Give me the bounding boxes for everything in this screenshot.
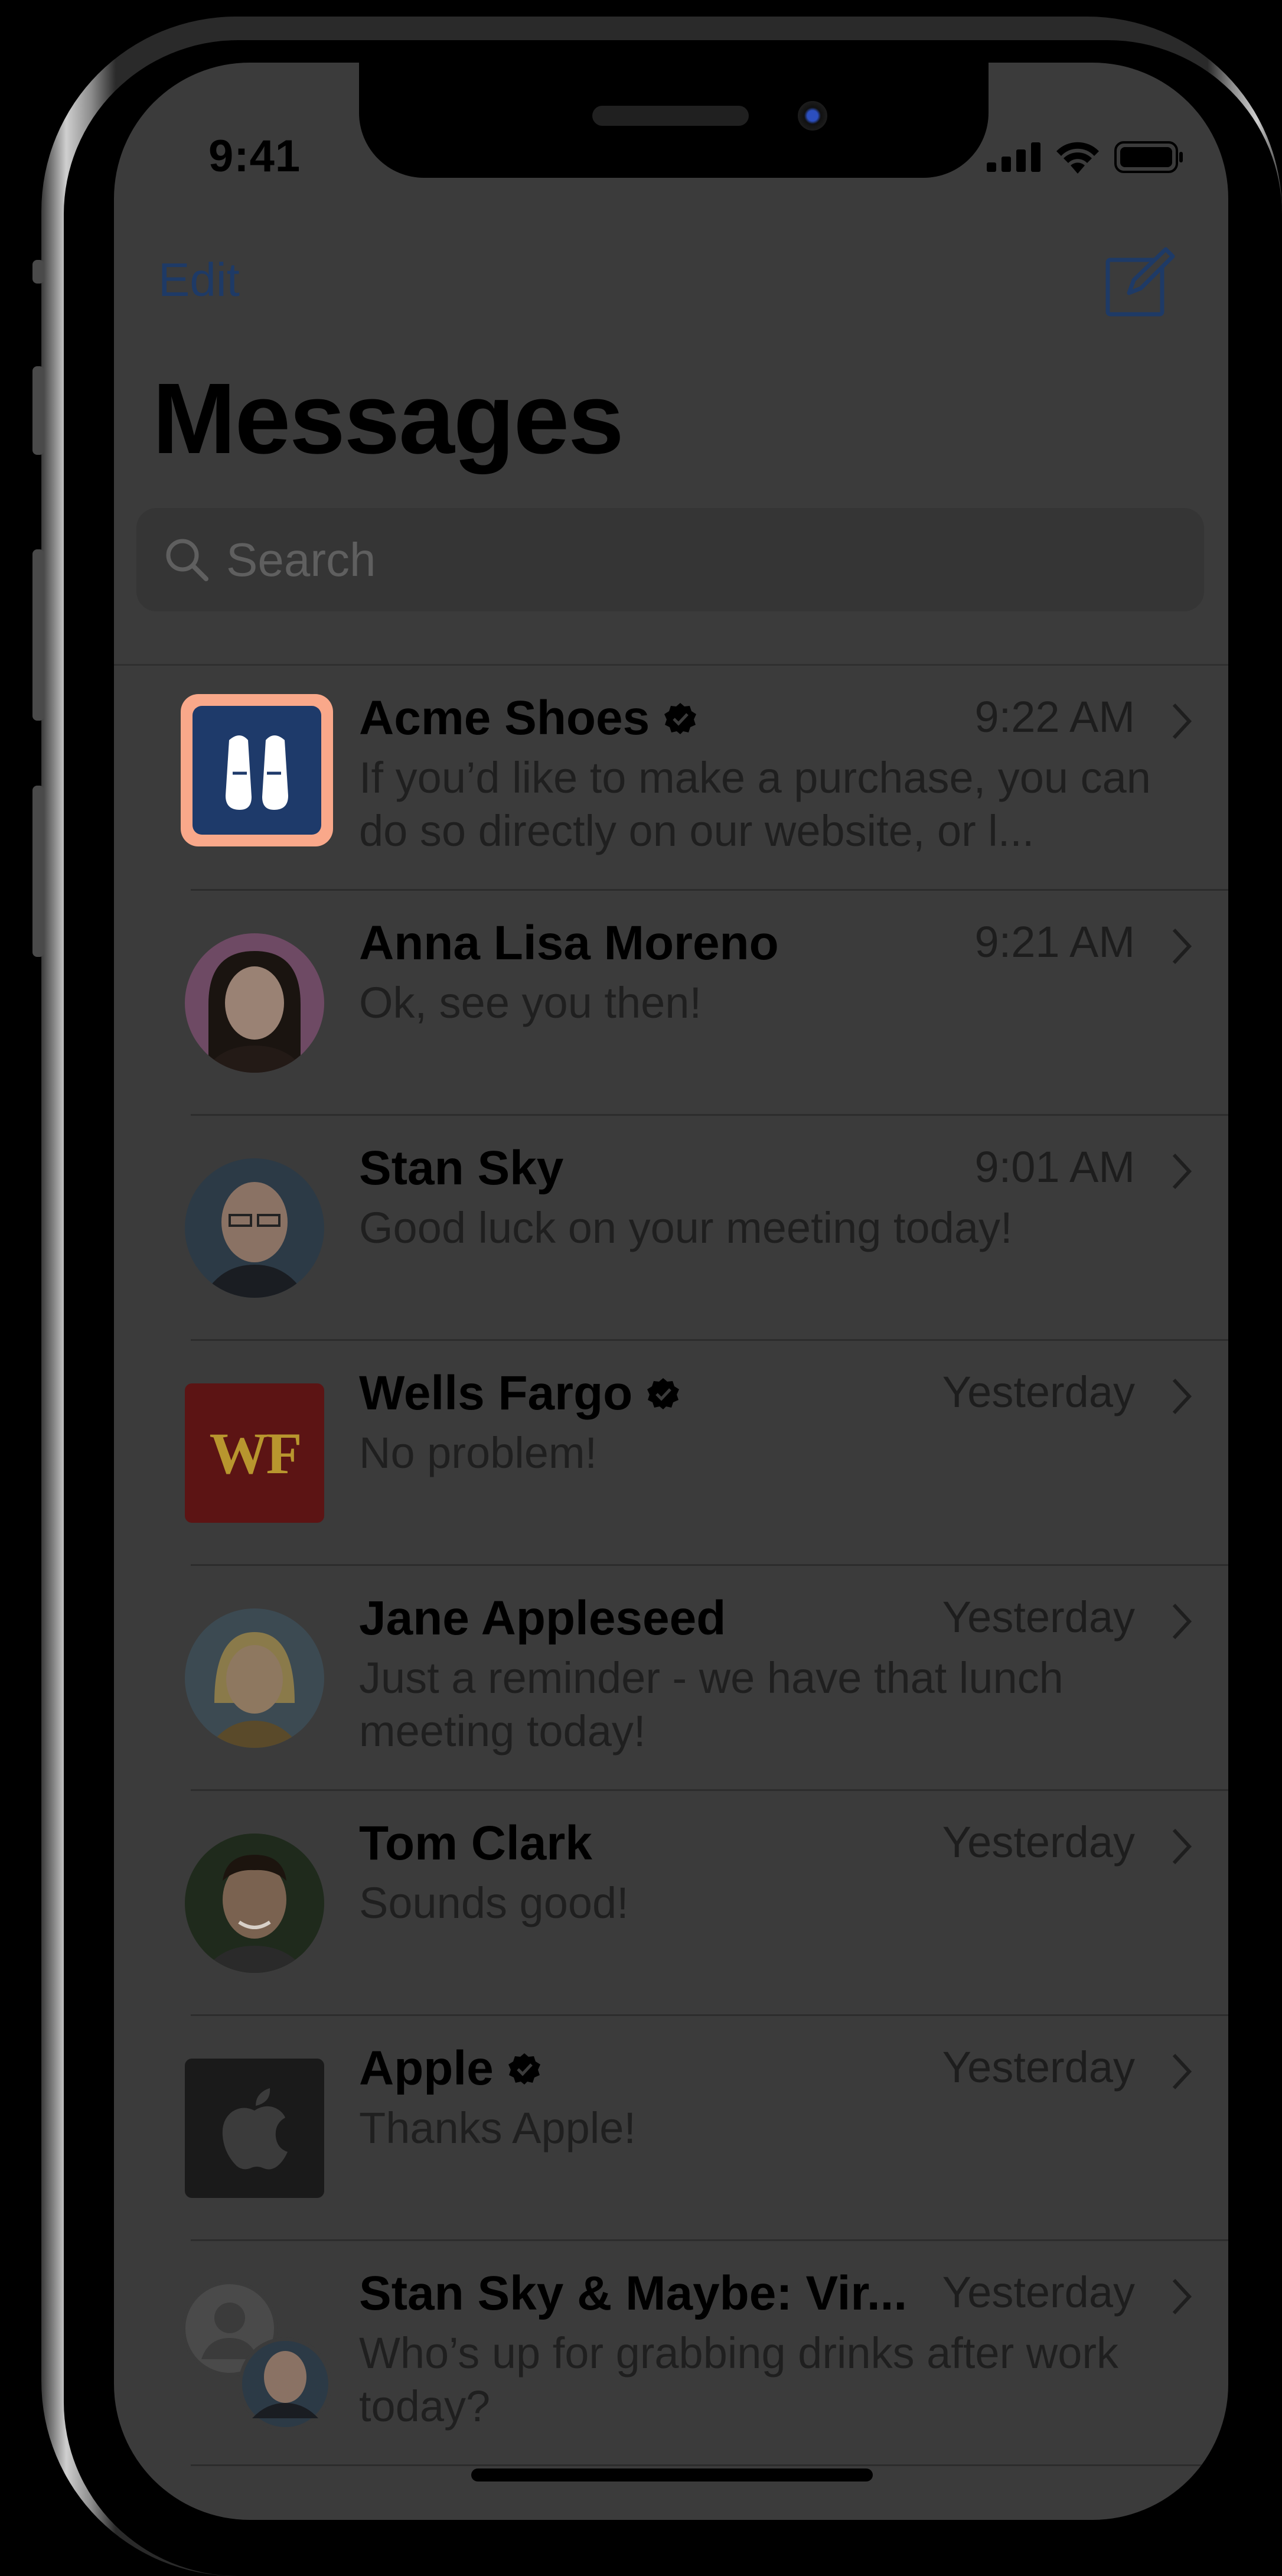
contact-name-text: Jane Appleseed <box>359 1591 726 1645</box>
message-time: 9:01 AM <box>974 1142 1135 1191</box>
notch <box>359 63 989 178</box>
shoes-icon <box>226 735 288 810</box>
avatar-photo <box>185 933 324 1073</box>
screen: 9:41 Edit Messages Search Acme Shoes 9:2… <box>114 63 1228 2520</box>
verified-badge-icon <box>647 1378 680 1409</box>
contact-name: Anna Lisa Moreno <box>359 916 779 971</box>
avatar <box>185 1158 324 1298</box>
message-time: Yesterday <box>942 2043 1135 2092</box>
contact-name-text: Stan Sky <box>359 1141 564 1195</box>
contact-name-text: Tom Clark <box>359 1816 592 1870</box>
device-mockup: 9:41 Edit Messages Search Acme Shoes 9:2… <box>0 0 1282 2576</box>
chevron-right-icon <box>1172 2278 1192 2315</box>
contact-name-text: Stan Sky & Maybe: Vir... <box>359 2266 908 2320</box>
highlighted-avatar <box>181 694 333 846</box>
chevron-right-icon <box>1172 1603 1192 1640</box>
message-preview: Good luck on your meeting today! <box>359 1203 1013 1252</box>
apple-logo-icon <box>222 2088 288 2170</box>
wifi-icon <box>1056 142 1099 174</box>
conversation-row-tom-clark[interactable]: Tom Clark Yesterday Sounds good! <box>114 1791 1228 2016</box>
message-preview: Who’s up for grabbing drinks after work … <box>359 2329 1119 2431</box>
status-time: 9:41 <box>208 131 301 181</box>
avatar-photo <box>185 1158 324 1298</box>
contact-name: Acme Shoes <box>359 691 697 746</box>
avatar-photo <box>185 1834 324 1973</box>
group-avatar <box>182 2281 331 2430</box>
message-preview: Just a reminder - we have that lunch mee… <box>359 1653 1064 1756</box>
logo-text: WF <box>209 1420 302 1486</box>
verified-badge-icon <box>664 703 697 734</box>
message-time: Yesterday <box>942 1367 1135 1416</box>
message-preview: If you’d like to make a purchase, you ca… <box>359 753 1151 855</box>
search-icon <box>166 539 208 581</box>
contact-name: Apple <box>359 2041 541 2096</box>
conversation-row-acme-shoes[interactable]: Acme Shoes 9:22 AM If you’d like to make… <box>114 666 1228 891</box>
speaker-grille <box>592 106 749 126</box>
avatar <box>185 1834 324 1973</box>
wells-fargo-logo: WF <box>185 1383 324 1523</box>
avatar <box>185 933 324 1073</box>
conversation-row-anna-lisa-moreno[interactable]: Anna Lisa Moreno 9:21 AM Ok, see you the… <box>114 891 1228 1116</box>
battery-icon <box>1114 141 1183 173</box>
contact-name: Stan Sky <box>359 1141 563 1196</box>
conversation-row-apple[interactable]: Apple Yesterday Thanks Apple! <box>114 2016 1228 2241</box>
group-avatar-stack <box>182 2281 331 2430</box>
message-preview: No problem! <box>359 1428 598 1477</box>
edit-button[interactable]: Edit <box>158 253 240 307</box>
contact-name-text: Wells Fargo <box>359 1366 633 1420</box>
status-icons <box>987 141 1184 174</box>
conversation-row-stan-sky[interactable]: Stan Sky 9:01 AM Good luck on your meeti… <box>114 1116 1228 1341</box>
home-indicator[interactable] <box>471 2468 873 2481</box>
chevron-right-icon <box>1172 928 1192 965</box>
message-preview: Ok, see you then! <box>359 978 702 1027</box>
contact-name: Stan Sky & Maybe: Vir... <box>359 2266 907 2321</box>
contact-name-text: Acme Shoes <box>359 691 650 745</box>
search-input[interactable]: Search <box>136 508 1204 611</box>
conversation-row-jane-appleseed[interactable]: Jane Appleseed Yesterday Just a reminder… <box>114 1566 1228 1791</box>
message-time: Yesterday <box>942 1593 1135 1642</box>
compose-icon[interactable] <box>1104 247 1175 318</box>
message-time: Yesterday <box>942 1818 1135 1867</box>
chevron-right-icon <box>1172 1153 1192 1190</box>
volume-up-button <box>32 366 44 455</box>
contact-name: Jane Appleseed <box>359 1591 726 1646</box>
cellular-signal-icon <box>987 142 1040 172</box>
conversation-row-wells-fargo[interactable]: WF Wells Fargo Yesterday No problem! <box>114 1341 1228 1566</box>
front-camera <box>798 101 827 131</box>
avatar-photo <box>185 1608 324 1748</box>
acme-shoes-logo <box>193 706 321 835</box>
message-preview: Thanks Apple! <box>359 2103 636 2152</box>
apple-logo-tile <box>185 2059 324 2198</box>
message-time: 9:22 AM <box>974 692 1135 741</box>
avatar <box>185 1608 324 1748</box>
side-button <box>32 786 44 957</box>
contact-name: Wells Fargo <box>359 1366 680 1421</box>
contact-name-text: Apple <box>359 2041 494 2095</box>
search-placeholder: Search <box>226 533 376 586</box>
message-time: Yesterday <box>942 2268 1135 2317</box>
conversation-list: Acme Shoes 9:22 AM If you’d like to make… <box>114 666 1228 2466</box>
page-title: Messages <box>152 363 624 475</box>
contact-name: Tom Clark <box>359 1816 592 1871</box>
chevron-right-icon <box>1172 2053 1192 2090</box>
chevron-right-icon <box>1172 703 1192 740</box>
mute-switch <box>32 260 44 284</box>
contact-name-text: Anna Lisa Moreno <box>359 916 779 970</box>
chevron-right-icon <box>1172 1378 1192 1415</box>
conversation-row-group[interactable]: Stan Sky & Maybe: Vir... Yesterday Who’s… <box>114 2241 1228 2466</box>
volume-down-button <box>32 549 44 721</box>
chevron-right-icon <box>1172 1828 1192 1865</box>
verified-badge-icon <box>508 2053 540 2085</box>
message-preview: Sounds good! <box>359 1878 629 1927</box>
message-time: 9:21 AM <box>974 917 1135 966</box>
